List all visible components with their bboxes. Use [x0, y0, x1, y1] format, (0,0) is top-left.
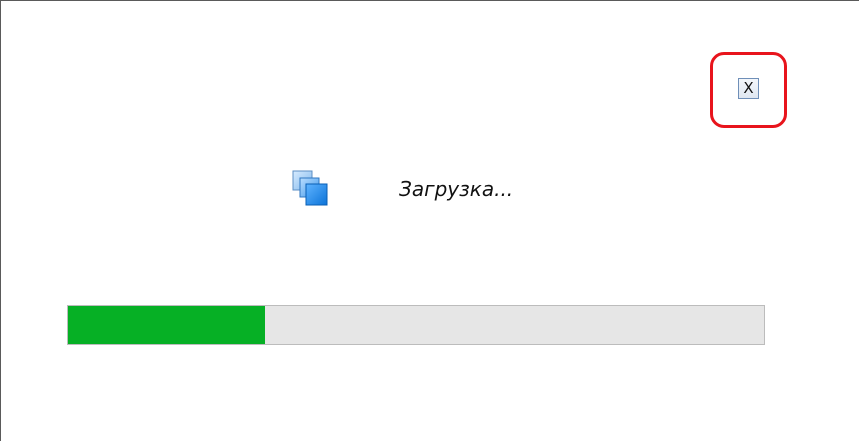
loading-dialog: X Загрузка... — [0, 0, 859, 441]
loading-text: Загрузка... — [399, 177, 514, 201]
copy-windows-icon — [292, 170, 328, 206]
close-button[interactable]: X — [738, 78, 759, 99]
progress-fill — [68, 306, 265, 344]
progress-bar — [67, 305, 765, 345]
